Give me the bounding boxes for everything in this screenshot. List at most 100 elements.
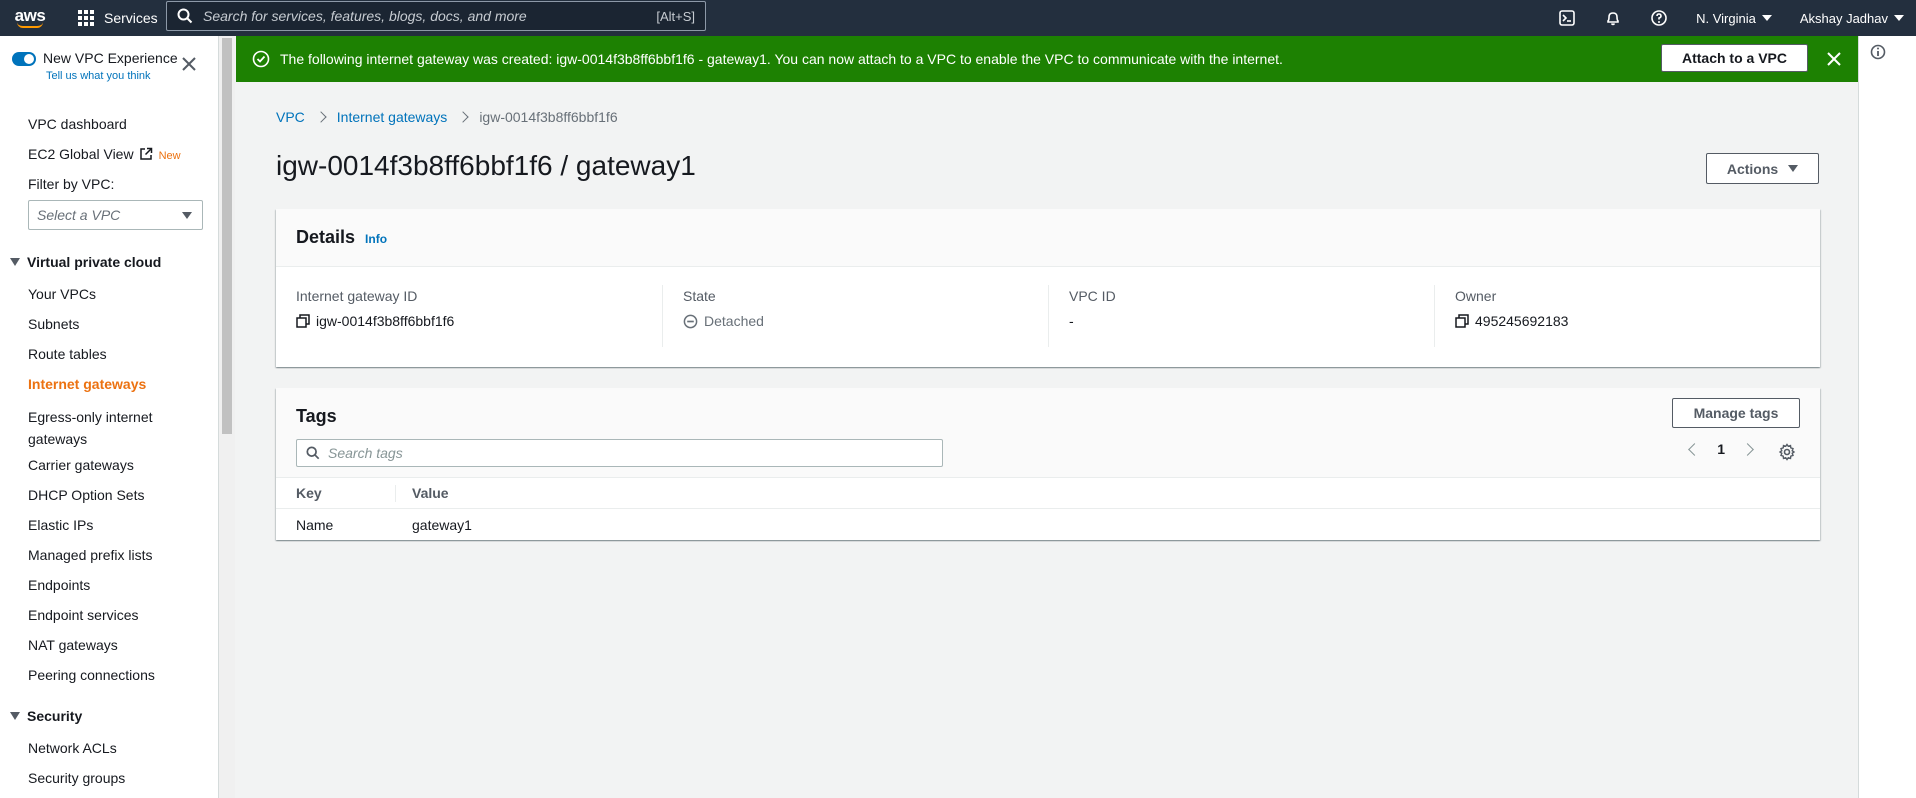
- tags-pagination: 1: [1688, 441, 1754, 457]
- detail-key: State: [683, 288, 716, 304]
- feedback-link[interactable]: Tell us what you think: [46, 70, 151, 82]
- sidebar-item-route-tables[interactable]: Route tables: [28, 346, 107, 362]
- success-check-icon: [252, 50, 270, 68]
- global-search-input[interactable]: [203, 8, 643, 24]
- region-label: N. Virginia: [1696, 10, 1756, 26]
- vpc-filter-placeholder: Select a VPC: [37, 207, 121, 223]
- chevron-right-icon: [457, 111, 469, 123]
- copy-icon[interactable]: [296, 314, 310, 328]
- breadcrumb-link-vpc[interactable]: VPC: [276, 109, 305, 125]
- sidebar-item-elastic-ips[interactable]: Elastic IPs: [28, 517, 93, 533]
- sidebar-item-egress-only-internet-gateways[interactable]: Egress-only internet gateways: [28, 406, 178, 450]
- details-info-link[interactable]: Info: [365, 232, 387, 246]
- sidebar-item-managed-prefix-lists[interactable]: Managed prefix lists: [28, 547, 153, 563]
- cloudshell-icon[interactable]: [1558, 9, 1576, 27]
- sidebar-item-internet-gateways[interactable]: Internet gateways: [28, 376, 146, 392]
- global-search[interactable]: [Alt+S]: [166, 1, 706, 31]
- details-columns: Internet gateway ID igw-0014f3b8ff6bbf1f…: [276, 285, 1820, 347]
- vpc-filter-select[interactable]: Select a VPC: [28, 200, 203, 230]
- detail-value-text: -: [1069, 313, 1074, 329]
- page-number[interactable]: 1: [1717, 441, 1725, 457]
- new-vpc-experience-label: New VPC Experience: [43, 50, 178, 66]
- tags-container: Tags Manage tags 1 Key Value Name gatewa…: [276, 388, 1820, 540]
- search-shortcut-hint: [Alt+S]: [656, 8, 695, 24]
- detail-value: igw-0014f3b8ff6bbf1f6: [296, 313, 662, 329]
- section-label: Virtual private cloud: [27, 254, 162, 270]
- user-label: Akshay Jadhav: [1799, 10, 1888, 26]
- sidebar-item-ec2-global-view[interactable]: EC2 Global View New: [28, 146, 181, 162]
- detail-vpc-id: VPC ID -: [1048, 285, 1434, 347]
- aws-smile-icon: [17, 22, 43, 28]
- column-header-value[interactable]: Value: [396, 485, 449, 501]
- tag-key-cell: Name: [296, 516, 334, 533]
- details-container: Details Info Internet gateway ID igw-001…: [276, 209, 1820, 367]
- sidebar-item-peering-connections[interactable]: Peering connections: [28, 667, 155, 683]
- aws-logo[interactable]: aws: [0, 0, 60, 36]
- copy-icon[interactable]: [1455, 314, 1469, 328]
- tags-header: Tags Manage tags 1: [276, 388, 1820, 478]
- grid-icon: [78, 10, 94, 26]
- aws-logo-text: aws: [14, 5, 46, 25]
- sidebar-item-security-groups[interactable]: Security groups: [28, 770, 125, 786]
- close-sidebar-icon[interactable]: [181, 56, 197, 72]
- detail-key: VPC ID: [1069, 288, 1116, 304]
- expand-caret-icon: [10, 258, 20, 266]
- tags-search[interactable]: [296, 439, 943, 467]
- sidebar-item-your-vpcs[interactable]: Your VPCs: [28, 286, 96, 302]
- dismiss-flash-icon[interactable]: [1826, 51, 1842, 67]
- page-title: igw-0014f3b8ff6bbf1f6 / gateway1: [276, 150, 696, 181]
- help-icon[interactable]: [1650, 9, 1668, 27]
- caret-down-icon: [1788, 165, 1799, 172]
- sidebar-item-subnets[interactable]: Subnets: [28, 316, 79, 332]
- tag-value-cell: gateway1: [412, 516, 472, 533]
- actions-dropdown-button[interactable]: Actions: [1706, 153, 1819, 184]
- sidebar-item-endpoints[interactable]: Endpoints: [28, 577, 90, 593]
- tags-search-input[interactable]: [328, 445, 918, 461]
- services-menu-button[interactable]: Services: [78, 10, 158, 26]
- attach-to-vpc-button[interactable]: Attach to a VPC: [1660, 44, 1808, 72]
- account-menu[interactable]: Akshay Jadhav: [1800, 11, 1904, 26]
- search-icon: [177, 8, 193, 24]
- detail-key: Internet gateway ID: [296, 288, 418, 304]
- tags-title: Tags: [296, 406, 337, 426]
- caret-down-icon: [1761, 15, 1772, 21]
- sidebar-item-network-acls[interactable]: Network ACLs: [28, 740, 117, 756]
- detail-value: 495245692183: [1455, 313, 1820, 329]
- section-virtual-private-cloud[interactable]: Virtual private cloud: [10, 254, 161, 270]
- sidebar-item-vpc-dashboard[interactable]: VPC dashboard: [28, 116, 127, 132]
- external-link-icon: [139, 147, 152, 160]
- new-vpc-experience-toggle[interactable]: [12, 52, 36, 66]
- sidebar-item-carrier-gateways[interactable]: Carrier gateways: [28, 457, 134, 473]
- column-header-key[interactable]: Key: [276, 484, 396, 502]
- detail-owner: Owner 495245692183: [1434, 285, 1820, 347]
- filter-by-vpc-label: Filter by VPC:: [28, 176, 115, 192]
- sidebar-scrollbar[interactable]: [219, 36, 235, 798]
- chevron-left-icon[interactable]: [1688, 442, 1702, 456]
- chevron-right-icon[interactable]: [1741, 442, 1754, 456]
- gear-icon[interactable]: [1778, 443, 1796, 461]
- side-navigation: New VPC Experience Tell us what you thin…: [0, 36, 219, 798]
- breadcrumb-link-internet-gateways[interactable]: Internet gateways: [337, 109, 448, 125]
- detail-value-text: igw-0014f3b8ff6bbf1f6: [316, 313, 455, 329]
- caret-down-icon: [1894, 15, 1904, 21]
- breadcrumb: VPC Internet gateways igw-0014f3b8ff6bbf…: [276, 109, 618, 125]
- region-selector[interactable]: N. Virginia: [1696, 11, 1772, 26]
- info-icon[interactable]: [1870, 44, 1886, 60]
- tags-table-header: Key Value: [276, 478, 1820, 509]
- details-header: Details Info: [276, 209, 1820, 267]
- detail-value: -: [1069, 313, 1434, 329]
- detail-key: Owner: [1455, 288, 1497, 304]
- caret-down-icon: [182, 212, 192, 219]
- scrollbar-thumb[interactable]: [222, 38, 232, 434]
- detached-status-icon: [683, 314, 698, 328]
- sidebar-item-nat-gateways[interactable]: NAT gateways: [28, 637, 118, 653]
- sidebar-item-dhcp-option-sets[interactable]: DHCP Option Sets: [28, 487, 144, 503]
- sidebar-item-endpoint-services[interactable]: Endpoint services: [28, 607, 139, 623]
- top-navigation-bar: aws Services [Alt+S] N. Virginia Akshay …: [0, 0, 1916, 36]
- bell-icon[interactable]: [1604, 9, 1622, 27]
- breadcrumb-current: igw-0014f3b8ff6bbf1f6: [479, 109, 618, 125]
- manage-tags-button[interactable]: Manage tags: [1672, 398, 1800, 428]
- section-security[interactable]: Security: [10, 708, 82, 724]
- new-vpc-experience: New VPC Experience Tell us what you thin…: [12, 50, 178, 82]
- success-flash-banner: The following internet gateway was creat…: [236, 36, 1858, 82]
